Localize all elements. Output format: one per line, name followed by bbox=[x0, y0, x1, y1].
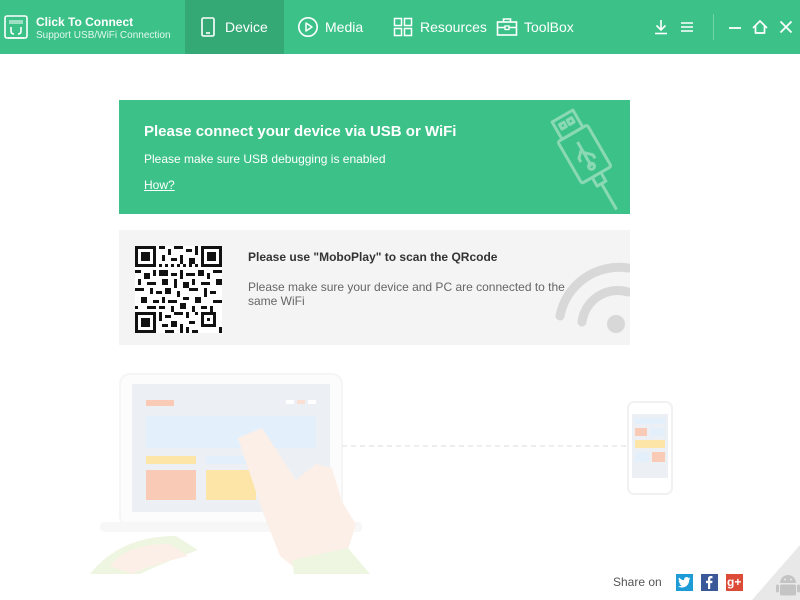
play-circle-icon bbox=[298, 17, 318, 37]
tab-resources-label: Resources bbox=[420, 19, 487, 35]
share-bar: Share on g+ bbox=[613, 573, 743, 591]
tab-resources[interactable]: Resources bbox=[392, 0, 487, 54]
twitter-icon[interactable] bbox=[675, 573, 693, 591]
qr-code bbox=[135, 246, 222, 333]
wifi-connect-card: Please use "MoboPlay" to scan the QRcode… bbox=[119, 230, 630, 345]
usb-title: Please connect your device via USB or Wi… bbox=[144, 123, 457, 140]
grid-icon bbox=[393, 17, 413, 37]
tab-device-label: Device bbox=[225, 19, 268, 35]
minimize-icon[interactable] bbox=[725, 17, 745, 37]
brand-title: Click To Connect bbox=[36, 15, 134, 29]
qr-title: Please use "MoboPlay" to scan the QRcode bbox=[248, 250, 498, 264]
usb-cable-icon bbox=[550, 108, 618, 211]
connection-illustration bbox=[90, 373, 673, 574]
google-plus-icon[interactable]: g+ bbox=[725, 573, 743, 591]
tablet-icon bbox=[201, 17, 215, 37]
how-link[interactable]: How? bbox=[144, 178, 175, 192]
title-bar: Click To Connect Support USB/WiFi Connec… bbox=[0, 0, 800, 54]
brand-subtitle: Support USB/WiFi Connection bbox=[36, 30, 171, 41]
close-icon[interactable] bbox=[776, 17, 796, 37]
download-icon[interactable] bbox=[651, 17, 671, 37]
controls-divider bbox=[713, 14, 714, 40]
tab-media[interactable]: Media bbox=[297, 0, 363, 54]
home-icon[interactable] bbox=[750, 17, 770, 37]
brand: Click To Connect Support USB/WiFi Connec… bbox=[0, 0, 185, 54]
wifi-icon bbox=[555, 262, 630, 333]
usb-subtitle: Please make sure USB debugging is enable… bbox=[144, 152, 386, 166]
share-label: Share on bbox=[613, 575, 662, 589]
connect-logo-icon bbox=[4, 15, 28, 39]
toolbox-icon bbox=[496, 18, 518, 36]
tab-device[interactable]: Device bbox=[185, 0, 284, 54]
tab-toolbox[interactable]: ToolBox bbox=[496, 0, 574, 54]
facebook-icon[interactable] bbox=[700, 573, 718, 591]
app-window: Click To Connect Support USB/WiFi Connec… bbox=[0, 0, 800, 600]
tab-media-label: Media bbox=[325, 19, 364, 35]
android-icon[interactable] bbox=[752, 545, 800, 600]
qr-description: Please make sure your device and PC are … bbox=[248, 280, 565, 308]
tab-toolbox-label: ToolBox bbox=[524, 19, 574, 35]
menu-icon[interactable] bbox=[677, 17, 697, 37]
usb-connect-card: Please connect your device via USB or Wi… bbox=[119, 100, 630, 214]
